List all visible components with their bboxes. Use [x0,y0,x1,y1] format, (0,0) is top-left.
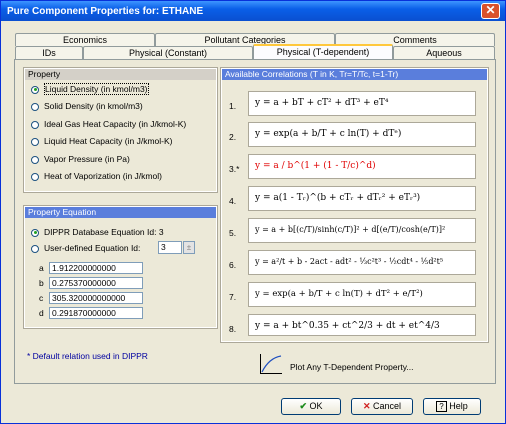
eq-number: 6. [229,260,237,270]
coef-a-label: a [39,263,44,273]
correlations-header: Available Correlations (T in K, Tr=T/Tc,… [222,69,487,80]
eq-number: 2. [229,132,237,142]
property-option-ideal-gas-heat-capacity[interactable]: Ideal Gas Heat Capacity (in J/kmol-K) [31,119,186,131]
equation-group: Property Equation DIPPR Database Equatio… [23,205,218,329]
ok-button[interactable]: ✔ OK [281,398,341,415]
window-title: Pure Component Properties for: ETHANE [7,6,204,17]
plot-curve-icon [261,355,282,373]
user-equation-option[interactable]: User-defined Equation Id: [31,243,140,255]
eq-number: 3.* [229,164,240,174]
cancel-button[interactable]: ✕ Cancel [351,398,413,415]
tab-panel: Property Liquid Density (in kmol/m3) Sol… [14,59,496,384]
coef-d-label: d [39,308,44,318]
property-header: Property [25,69,216,80]
coef-c-field[interactable]: 305.320000000000 [49,292,143,304]
plot-property-link[interactable]: Plot Any T-Dependent Property... [290,362,413,372]
coef-d-field[interactable]: 0.291870000000 [49,307,143,319]
eq-number: 5. [229,228,237,238]
dippr-equation-option[interactable]: DIPPR Database Equation Id: 3 [31,227,164,239]
tab-physical-t-dependent[interactable]: Physical (T-dependent) [253,44,393,59]
footnote: * Default relation used in DIPPR [27,351,148,361]
tab-ids[interactable]: IDs [15,46,83,59]
check-icon: ✔ [299,401,307,411]
equation-header: Property Equation [25,207,216,218]
radio-icon[interactable] [31,155,39,164]
spinner-icon[interactable]: ± [183,241,195,254]
eq-number: 8. [229,324,237,334]
coef-a-field[interactable]: 1.912200000000 [49,262,143,274]
tab-aqueous[interactable]: Aqueous [393,46,495,59]
radio-icon[interactable] [31,172,39,181]
correlation-4[interactable]: y = a(1 - Tᵣ)^(b + cTᵣ + dTᵣ² + eTᵣ³) [248,186,476,211]
correlation-8[interactable]: y = a + bt^0.35 + ct^2/3 + dt + et^4/3 [248,314,476,336]
property-option-solid-density[interactable]: Solid Density (in kmol/m3) [31,101,143,113]
radio-icon[interactable] [31,102,39,111]
correlation-5[interactable]: y = a + b[(c/T)/sinh(c/T)]² + d[(e/T)/co… [248,218,476,243]
eq-number: 1. [229,101,237,111]
correlations-group: Available Correlations (T in K, Tr=T/Tc,… [220,67,489,343]
coef-c-label: c [39,293,44,303]
radio-selected-icon[interactable] [31,85,39,94]
user-equation-id-input[interactable]: 3 [158,241,182,254]
correlation-6[interactable]: y = a²/t + b - 2act - adt² - ⅓c²t³ - ½cd… [248,250,476,275]
eq-number: 7. [229,292,237,302]
help-icon: ? [436,401,447,412]
plot-icon[interactable] [260,354,282,374]
radio-icon[interactable] [31,244,39,253]
property-group: Property Liquid Density (in kmol/m3) Sol… [23,67,218,193]
property-option-vapor-pressure[interactable]: Vapor Pressure (in Pa) [31,154,130,166]
help-button[interactable]: ? Help [423,398,481,415]
coef-b-field[interactable]: 0.275370000000 [49,277,143,289]
x-icon: ✕ [362,401,371,411]
radio-selected-icon[interactable] [31,228,39,237]
tab-physical-constant[interactable]: Physical (Constant) [83,46,253,59]
correlation-2[interactable]: y = exp(a + b/T + c ln(T) + dTᵉ) [248,122,476,147]
correlation-7[interactable]: y = exp(a + b/T + c ln(T) + dT² + e/T²) [248,282,476,307]
property-option-liquid-heat-capacity[interactable]: Liquid Heat Capacity (in J/kmol-K) [31,136,173,148]
coef-b-label: b [39,278,44,288]
eq-number: 4. [229,196,237,206]
title-bar: Pure Component Properties for: ETHANE ✕ [1,1,505,21]
correlation-3-selected[interactable]: y = a / b^(1 + (1 - T/c)^d) [248,154,476,179]
tab-economics[interactable]: Economics [15,33,155,46]
radio-icon[interactable] [31,137,39,146]
property-option-liquid-density[interactable]: Liquid Density (in kmol/m3) [31,83,149,96]
property-option-heat-of-vaporization[interactable]: Heat of Vaporization (in J/kmol) [31,171,162,183]
radio-icon[interactable] [31,120,39,129]
dialog-window: Pure Component Properties for: ETHANE ✕ … [0,0,506,424]
correlation-1[interactable]: y = a + bT + cT² + dT³ + eT⁴ [248,91,476,116]
close-button[interactable]: ✕ [481,3,500,19]
